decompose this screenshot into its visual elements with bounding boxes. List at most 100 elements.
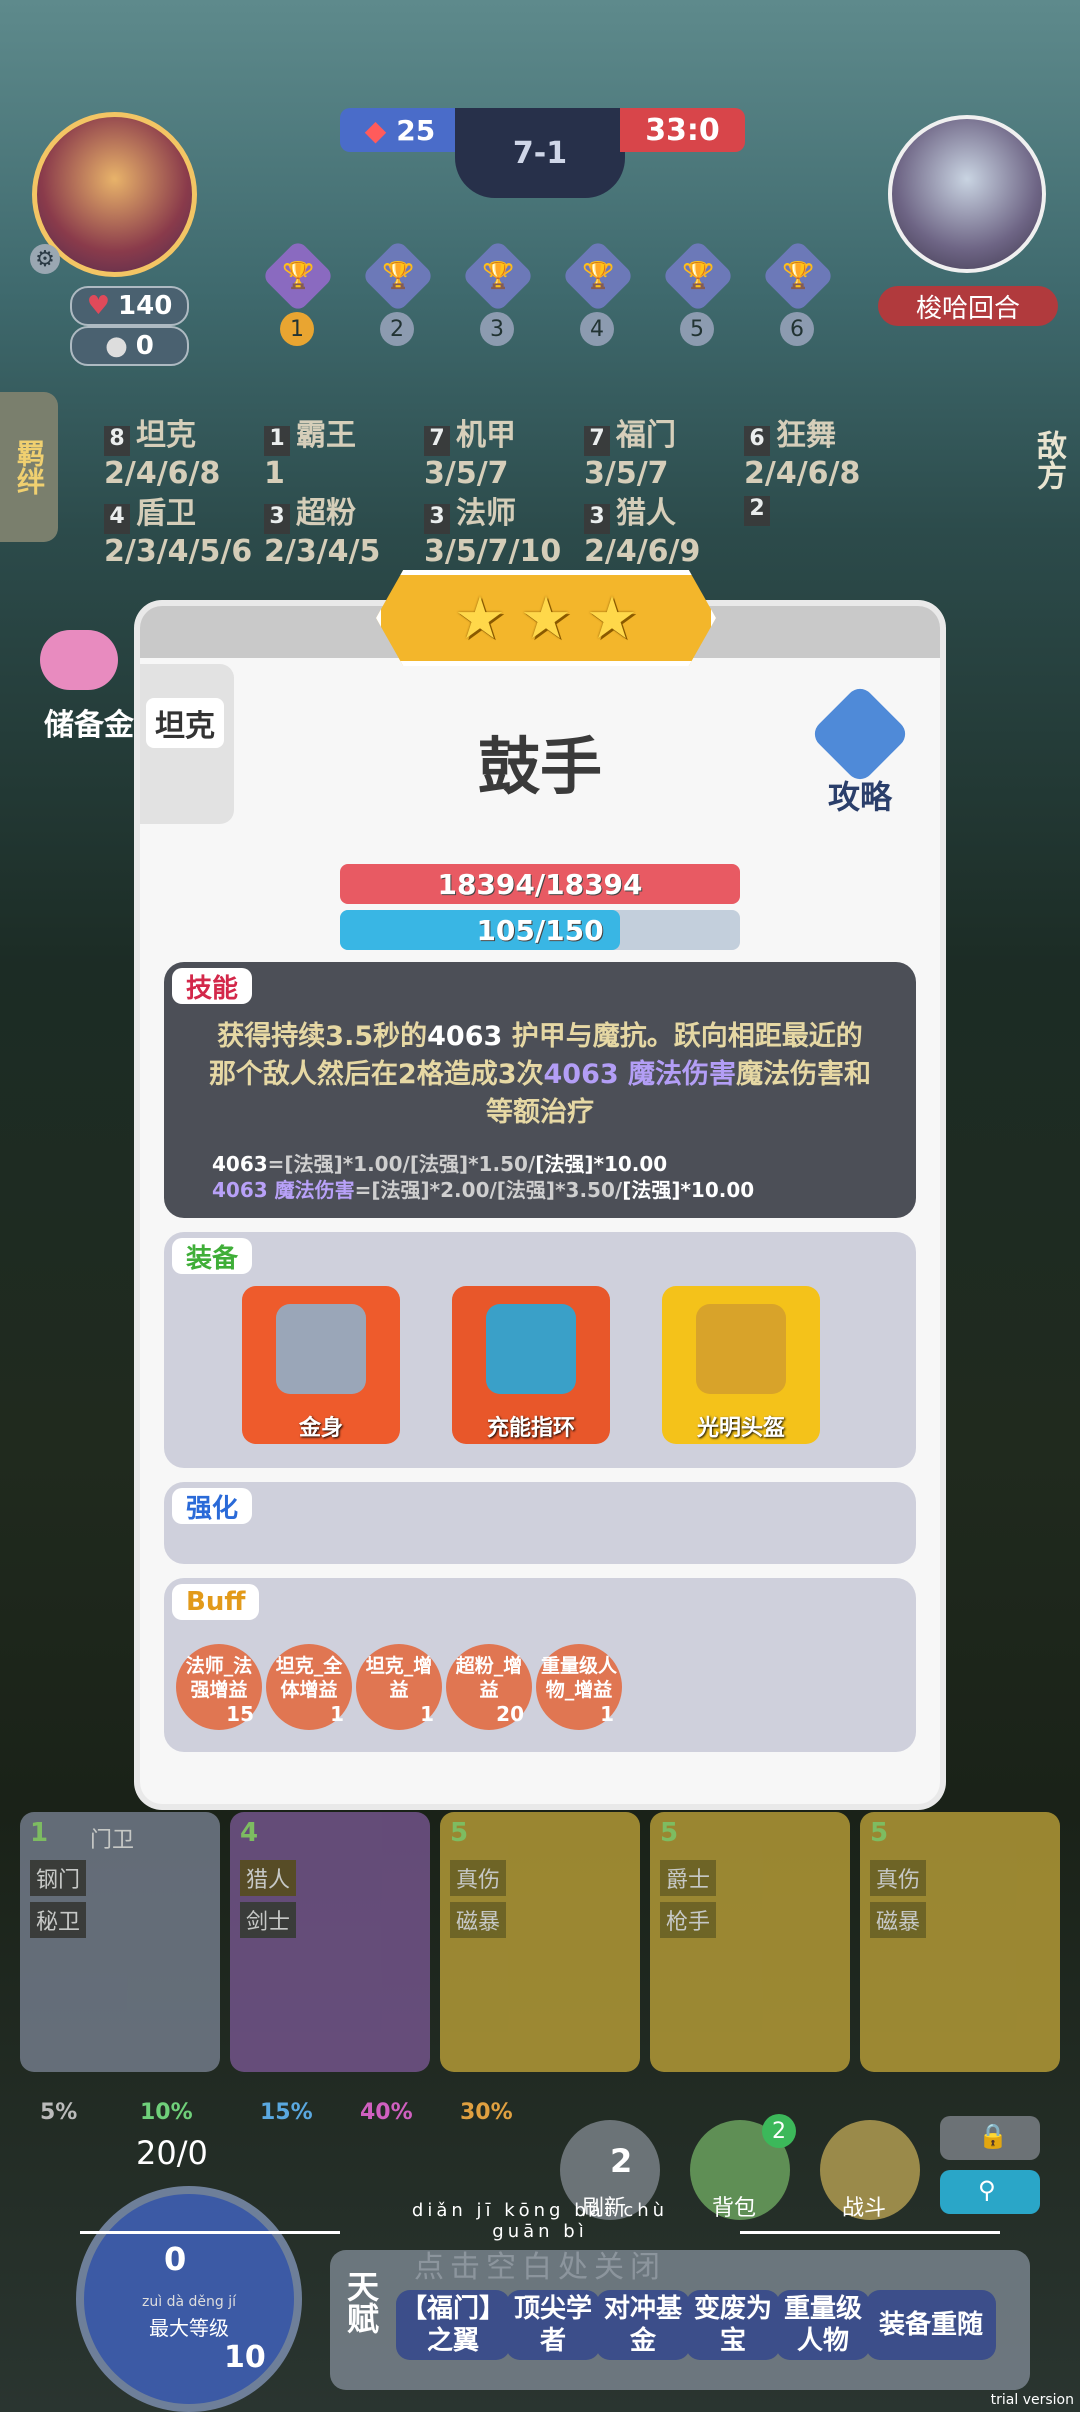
synergy-tiers: 2/3/4/5 <box>264 534 381 569</box>
level-pinyin: zuì dà děng jí <box>142 2294 236 2310</box>
opponent-round-label: 梭哈回合 <box>878 286 1058 326</box>
synergy-tab-label: 羁绊 <box>13 439 46 495</box>
trophy-number: 2 <box>380 312 414 346</box>
synergy-item[interactable]: 1 霸王 1 <box>264 410 356 491</box>
shop-card[interactable]: 5 爵士 枪手 <box>650 1812 850 2072</box>
synergy-count: 3 <box>264 504 290 534</box>
strategy-guide-button[interactable]: 攻略 <box>800 683 920 818</box>
buff-chip[interactable]: 坦克_增益 1 <box>356 1644 442 1730</box>
fight-button[interactable]: 战斗 <box>820 2120 920 2221</box>
fight-label: 战斗 <box>842 2196 887 2221</box>
synergy-tiers: 2/3/4/5/6 <box>104 534 253 569</box>
synergy-item[interactable]: 7 机甲 3/5/7 <box>424 410 516 491</box>
equipment-label: 光明头盔 <box>696 1416 785 1441</box>
hero-detail-modal: ★ ★ ★ 坦克 鼓手 攻略 18394/18394 105/150 技能 获得… <box>140 570 940 1804</box>
hp-text: 18394/18394 <box>437 867 643 901</box>
synergy-item[interactable]: 3 法师 3/5/7/10 <box>424 488 561 569</box>
formula-tail: [法强]*10.00 <box>535 1152 668 1176</box>
card-tag: 钢门 <box>30 1860 87 1896</box>
shop-card[interactable]: 5 真伤 磁暴 <box>860 1812 1060 2072</box>
talent-item[interactable]: 重量级人物 <box>776 2290 870 2360</box>
buff-value: 1 <box>420 1702 434 1726</box>
helmet-icon <box>696 1304 786 1394</box>
synergy-item[interactable]: 4 盾卫 2/3/4/5/6 <box>104 488 252 569</box>
level-number: 10 <box>224 2340 266 2375</box>
shop-card[interactable]: 4 猎人 剑士 <box>230 1812 430 2072</box>
buff-value: 1 <box>330 1702 344 1726</box>
buff-name: 超粉_增益 <box>455 1655 523 1701</box>
lock-icon: 🔒 <box>978 2122 1008 2150</box>
synergy-count: 3 <box>424 504 450 534</box>
charge-ring-icon <box>486 1304 576 1394</box>
enhance-section: 强化 <box>164 1482 916 1564</box>
synergy-item[interactable]: 6 狂舞 2/4/6/8 <box>744 410 860 491</box>
tip-pinyin: diǎn jī kōng bái chù guān bì <box>411 2200 669 2242</box>
player-coins: ● 0 <box>70 326 189 366</box>
level-label: 最大等级 <box>149 2316 229 2340</box>
reserve-piggy-bank[interactable]: 储备金 <box>30 630 134 743</box>
formula-tail: [法强]*10.00 <box>622 1178 755 1202</box>
equipment-title: 装备 <box>172 1238 253 1274</box>
talent-item[interactable]: 【福门】之翼 <box>396 2290 510 2360</box>
star-icon: ★ <box>520 584 572 652</box>
bag-button[interactable]: 2 背包 <box>690 2114 796 2221</box>
talent-item[interactable]: 装备重随 <box>866 2290 996 2360</box>
round-timer: 33:0 <box>620 108 745 152</box>
star-icon: ★ <box>454 584 506 652</box>
buff-chip[interactable]: 超粉_增益 20 <box>446 1644 532 1730</box>
player-hp: ♥ 140 <box>70 286 189 326</box>
card-tag: 枪手 <box>660 1902 717 1938</box>
card-cost: 5 <box>450 1818 469 1848</box>
buff-chip[interactable]: 坦克_全体增益 1 <box>266 1644 352 1730</box>
search-button[interactable]: ⚲ <box>940 2170 1040 2214</box>
trophy-icon: 🏆 <box>461 239 535 313</box>
synergy-tiers: 3/5/7/10 <box>424 534 562 569</box>
left-score-box: ◆ 25 <box>340 108 460 152</box>
synergy-name: 法师 <box>456 496 516 531</box>
card-cost: 1 <box>30 1818 49 1848</box>
synergy-item[interactable]: 2 <box>744 488 776 526</box>
trophy-icon: 🏆 <box>261 239 335 313</box>
synergy-item[interactable]: 8 坦克 2/4/6/8 <box>104 410 220 491</box>
card-cost: 5 <box>660 1818 679 1848</box>
talent-item[interactable]: 顶尖学者 <box>506 2290 600 2360</box>
synergy-item[interactable]: 3 猎人 2/4/6/9 <box>584 488 700 569</box>
synergy-count: 7 <box>424 426 450 456</box>
buff-name: 重量级人物_增益 <box>540 1655 617 1701</box>
equipment-item[interactable]: 金身 <box>242 1286 400 1444</box>
timer-text: 33:0 <box>645 112 720 148</box>
card-tag: 磁暴 <box>450 1902 507 1938</box>
talent-item[interactable]: 变废为宝 <box>686 2290 780 2360</box>
synergy-count: 1 <box>264 426 290 456</box>
buff-value: 15 <box>226 1702 254 1726</box>
level-up-button[interactable]: 0 zuì dà děng jí 最大等级 10 <box>76 2186 302 2412</box>
lock-button[interactable]: 🔒 <box>940 2116 1040 2160</box>
card-cost: 4 <box>240 1818 259 1848</box>
graduation-cap-icon <box>809 683 911 785</box>
shop-card[interactable]: 5 真伤 磁暴 <box>440 1812 640 2072</box>
synergy-side-tab[interactable]: 羁绊 <box>0 392 58 542</box>
bag-label: 背包 <box>712 2196 757 2221</box>
hp-value: 140 <box>118 291 173 321</box>
buff-chip[interactable]: 法师_法强增益 15 <box>176 1644 262 1730</box>
golden-body-icon <box>276 1304 366 1394</box>
equipment-item[interactable]: 充能指环 <box>452 1286 610 1444</box>
odds-tier-4: 40% <box>360 2100 413 2125</box>
trophy-number: 6 <box>780 312 814 346</box>
skill-desc-value: 4063 魔法伤害 <box>543 1059 737 1090</box>
left-score: 25 <box>396 113 436 147</box>
settings-gear-icon[interactable]: ⚙ <box>30 244 60 274</box>
opponent-avatar[interactable] <box>888 115 1046 273</box>
equipment-item[interactable]: 光明头盔 <box>662 1286 820 1444</box>
buff-chip[interactable]: 重量级人物_增益 1 <box>536 1644 622 1730</box>
talent-item[interactable]: 对冲基金 <box>596 2290 690 2360</box>
trophy-track: 🏆 🏆 🏆 🏆 🏆 🏆 1 2 3 4 5 6 <box>261 239 835 350</box>
synergy-item[interactable]: 7 福门 3/5/7 <box>584 410 676 491</box>
synergy-item[interactable]: 3 超粉 2/3/4/5 <box>264 488 380 569</box>
bag-badge: 2 <box>762 2114 796 2148</box>
level-coins: 0 <box>164 2240 187 2278</box>
shop-card[interactable]: 1 门卫 钢门 秘卫 <box>20 1812 220 2072</box>
enemy-side-tab[interactable]: 敌方 <box>1030 430 1070 490</box>
trophy-number: 1 <box>280 312 314 346</box>
odds-tier-5: 30% <box>460 2100 513 2125</box>
